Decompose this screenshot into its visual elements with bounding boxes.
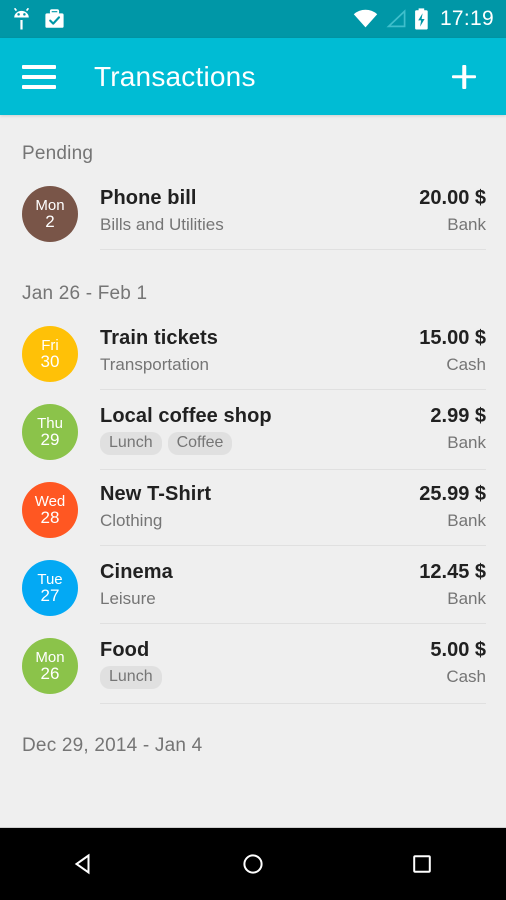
transaction-row[interactable]: Fri 30 Train tickets Transportation 15.00 $ C…: [0, 317, 506, 395]
transaction-row-body: Local coffee shop Lunch Coffee 2.99 $ Bank: [100, 395, 486, 470]
android-bug-icon: [14, 8, 29, 30]
avatar-weekday: Thu: [37, 414, 63, 432]
avatar-day-number: 26: [40, 663, 60, 683]
transaction-amount-block: 15.00 $ Cash: [409, 327, 486, 375]
avatar-weekday: Mon: [35, 196, 65, 214]
transaction-account: Bank: [447, 589, 486, 608]
transaction-row[interactable]: Mon 26 Food Lunch 5.00 $ Cash: [0, 629, 506, 707]
transaction-details: New T-Shirt Clothing: [100, 483, 409, 531]
transaction-amount: 5.00 $: [430, 639, 486, 661]
hamburger-line: [22, 64, 56, 69]
transaction-amount-block: 25.99 $ Bank: [409, 483, 486, 531]
status-bar-left-icons: [12, 8, 65, 30]
transaction-row-body: Food Lunch 5.00 $ Cash: [100, 629, 486, 704]
back-triangle-icon: [75, 853, 90, 875]
transaction-row-body: New T-Shirt Clothing 25.99 $ Bank: [100, 473, 486, 546]
transaction-date-avatar: Fri 30: [22, 326, 78, 382]
page-title: Transactions: [94, 60, 256, 92]
tag-chip[interactable]: Coffee: [167, 432, 233, 455]
avatar-day-number: 2: [45, 211, 55, 231]
transaction-account: Bank: [447, 215, 486, 234]
transaction-amount-block: 2.99 $ Bank: [420, 405, 486, 455]
status-bar: 17:19: [0, 0, 506, 38]
hamburger-line: [22, 74, 56, 79]
wifi-icon: [353, 9, 378, 28]
transaction-tags: Lunch Coffee: [100, 432, 420, 455]
section-header: Pending: [22, 143, 94, 164]
avatar-day-number: 29: [40, 429, 60, 449]
avatar-day-number: 28: [40, 507, 60, 527]
transaction-row-body: Train tickets Transportation 15.00 $ Cash: [100, 317, 486, 390]
transaction-category: Leisure: [100, 589, 156, 608]
app-window: 17:19 Transactions Pending Mon 2 Phone bill…: [0, 0, 506, 900]
signal-icon: [386, 9, 406, 28]
hamburger-menu-icon[interactable]: [22, 64, 56, 89]
transaction-amount: 2.99 $: [430, 405, 486, 427]
section-header: Jan 26 - Feb 1: [22, 283, 148, 304]
transaction-row[interactable]: Mon 2 Phone bill Bills and Utilities 20.00 $…: [0, 177, 506, 255]
transaction-details: Phone bill Bills and Utilities: [100, 187, 409, 235]
transaction-date-avatar: Wed 28: [22, 482, 78, 538]
transaction-details: Local coffee shop Lunch Coffee: [100, 405, 420, 455]
status-bar-right-icons: 17:19: [353, 7, 494, 31]
nav-recents-button[interactable]: [390, 838, 454, 890]
transaction-details: Cinema Leisure: [100, 561, 409, 609]
avatar-day-number: 30: [40, 351, 60, 371]
avatar-weekday: Fri: [41, 336, 59, 354]
recents-square-icon: [412, 855, 431, 873]
transaction-amount-block: 12.45 $ Bank: [409, 561, 486, 609]
battery-charging-icon: [415, 8, 428, 30]
transaction-account: Bank: [447, 433, 486, 452]
transaction-row-body: Cinema Leisure 12.45 $ Bank: [100, 551, 486, 624]
transaction-amount: 15.00 $: [419, 327, 486, 349]
avatar-day-number: 27: [40, 585, 60, 605]
tag-chip[interactable]: Lunch: [100, 432, 162, 455]
transaction-details: Train tickets Transportation: [100, 327, 409, 375]
home-circle-icon: [243, 854, 263, 874]
transaction-title: Phone bill: [100, 187, 197, 209]
transaction-category: Transportation: [100, 355, 209, 374]
transaction-account: Cash: [446, 355, 486, 374]
transaction-row-body: Phone bill Bills and Utilities 20.00 $ Bank: [100, 177, 486, 250]
avatar-weekday: Mon: [35, 648, 65, 666]
transaction-row[interactable]: Wed 28 New T-Shirt Clothing 25.99 $ Bank: [0, 473, 506, 551]
transaction-amount: 25.99 $: [419, 483, 486, 505]
transaction-amount: 12.45 $: [419, 561, 486, 583]
transactions-list[interactable]: Pending Mon 2 Phone bill Bills and Utilities…: [0, 115, 506, 827]
transaction-details: Food Lunch: [100, 639, 420, 689]
transaction-amount: 20.00 $: [419, 187, 486, 209]
status-bar-clock: 17:19: [439, 7, 494, 30]
avatar-weekday: Wed: [34, 492, 66, 510]
nav-home-button[interactable]: [221, 838, 285, 890]
tag-chip[interactable]: Lunch: [100, 666, 162, 689]
transaction-title: Cinema: [100, 561, 173, 583]
transaction-category: Clothing: [100, 511, 163, 530]
android-navigation-bar: [0, 827, 506, 900]
transaction-date-avatar: Mon 2: [22, 186, 78, 242]
avatar-weekday: Tue: [37, 570, 63, 588]
transaction-title: Food: [100, 639, 150, 661]
transaction-title: New T-Shirt: [100, 483, 212, 505]
transaction-amount-block: 20.00 $ Bank: [409, 187, 486, 235]
transaction-title: Train tickets: [100, 327, 219, 349]
section-header: Dec 29, 2014 - Jan 4: [22, 735, 203, 756]
transaction-amount-block: 5.00 $ Cash: [420, 639, 486, 689]
transaction-date-avatar: Tue 27: [22, 560, 78, 616]
add-transaction-button[interactable]: [444, 57, 484, 97]
briefcase-check-icon: [45, 8, 64, 28]
transaction-account: Cash: [446, 667, 486, 686]
transaction-category: Bills and Utilities: [100, 215, 224, 234]
transaction-title: Local coffee shop: [100, 405, 272, 427]
transaction-tags: Lunch: [100, 666, 420, 689]
transaction-row[interactable]: Tue 27 Cinema Leisure 12.45 $ Bank: [0, 551, 506, 629]
app-toolbar: Transactions: [0, 38, 506, 115]
transaction-date-avatar: Thu 29: [22, 404, 78, 460]
transaction-row[interactable]: Thu 29 Local coffee shop Lunch Coffee 2.99 $ B…: [0, 395, 506, 473]
hamburger-line: [22, 84, 56, 89]
transaction-account: Bank: [447, 511, 486, 530]
transaction-date-avatar: Mon 26: [22, 638, 78, 694]
nav-back-button[interactable]: [52, 838, 116, 890]
